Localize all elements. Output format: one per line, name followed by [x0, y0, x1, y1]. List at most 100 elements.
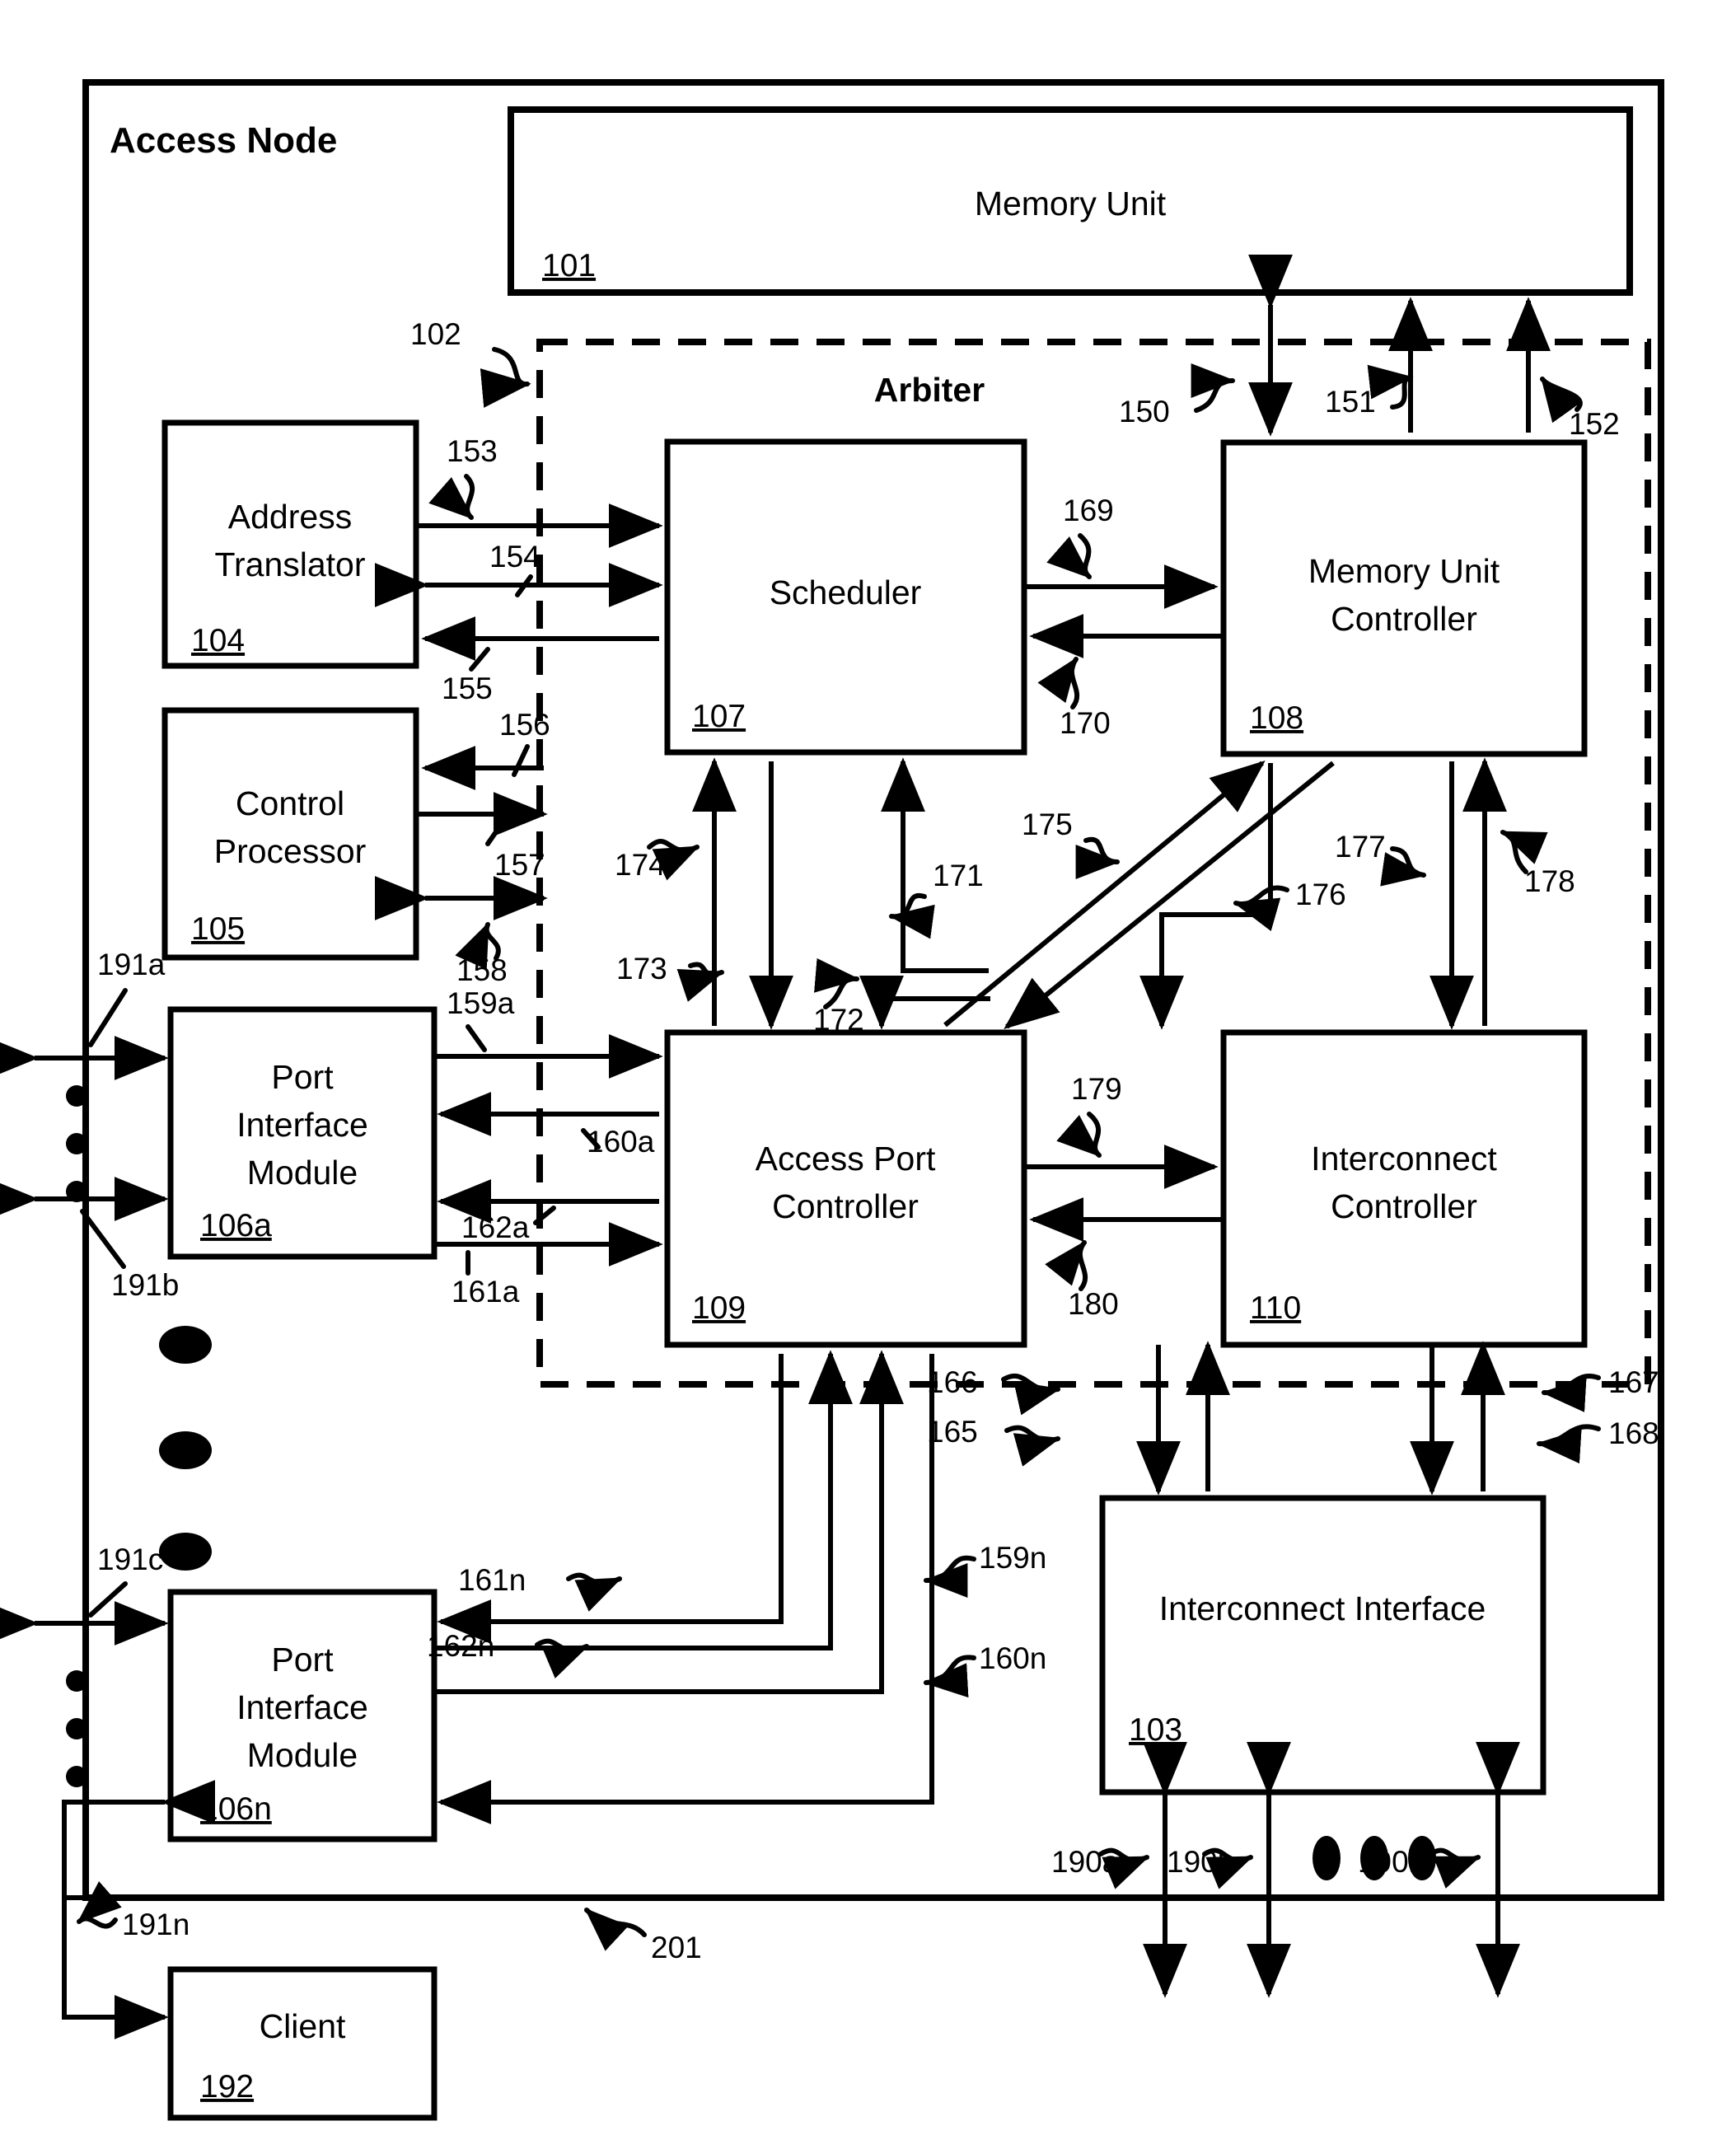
scheduler-label: Scheduler [770, 574, 922, 611]
leader-155 [469, 647, 490, 672]
port-interface-module-a-label-1: Port [271, 1058, 334, 1096]
leader-102 [480, 347, 531, 408]
signal-191c-label: 191c [97, 1543, 163, 1576]
client-label: Client [260, 2007, 346, 2045]
port-interface-module-a-ref: 106a [200, 1208, 272, 1243]
leader-169 [1046, 533, 1092, 579]
signal-157-label: 157 [494, 848, 545, 882]
signal-175-label: 175 [1022, 808, 1073, 841]
signal-155-label: 155 [442, 672, 493, 705]
signal-161n-label: 161n [458, 1563, 526, 1597]
ellipsis-dot [66, 1718, 87, 1739]
signal-177-label: 177 [1335, 830, 1386, 864]
interconnect-interface-ref: 103 [1129, 1712, 1182, 1748]
leader-151 [1367, 364, 1414, 410]
leader-159a [466, 1024, 487, 1052]
wire-176-diagonal [1004, 761, 1335, 1030]
patent-figure-canvas: Access Node Memory Unit 101 Arbiter 102 … [0, 0, 1736, 2135]
access-port-controller-label-2: Controller [772, 1187, 919, 1225]
signal-158-label: 158 [456, 953, 508, 987]
signal-190b-label: 190b [1167, 1845, 1234, 1879]
signal-191b-label: 191b [111, 1268, 179, 1302]
address-translator-label-2: Translator [214, 545, 365, 583]
memory-unit-controller-label-1: Memory Unit [1308, 552, 1500, 590]
signal-191n-label: 191n [122, 1908, 190, 1941]
leader-167 [1541, 1374, 1601, 1412]
leader-153 [428, 474, 475, 520]
ellipsis-dot-large [159, 1326, 212, 1364]
ellipsis-dot [66, 1133, 87, 1154]
leader-152 [1540, 377, 1583, 424]
signal-154-label: 154 [489, 540, 540, 574]
signal-150-label: 150 [1119, 395, 1170, 428]
port-interface-module-n-label-1: Port [271, 1641, 334, 1679]
access-port-controller-label-1: Access Port [756, 1140, 936, 1178]
signal-169-label: 169 [1063, 494, 1114, 527]
leader-180 [1045, 1240, 1088, 1291]
leader-168 [1536, 1424, 1601, 1464]
leader-177 [1380, 846, 1427, 887]
ellipsis-dot [66, 1670, 87, 1692]
signal-172-label: 172 [813, 1003, 864, 1037]
port-interface-module-n-label-3: Module [247, 1736, 358, 1774]
leader-157 [485, 820, 505, 846]
leader-178 [1500, 830, 1548, 874]
leader-176 [1233, 885, 1289, 931]
leader-191n [77, 1881, 122, 1929]
signal-162a-label: 162a [461, 1210, 530, 1244]
memory-unit-label: Memory Unit [975, 185, 1167, 222]
leader-201 [584, 1908, 647, 1951]
wire-175-diagonal [943, 760, 1266, 1028]
access-port-controller-ref: 109 [692, 1290, 746, 1326]
control-processor-ref: 105 [191, 911, 245, 947]
signal-156-label: 156 [499, 708, 550, 742]
ellipsis-dot-large [159, 1533, 212, 1571]
signal-160n-label: 160n [979, 1641, 1046, 1675]
client-ref: 192 [200, 2069, 254, 2105]
port-interface-module-n-ref: 106n [200, 1791, 272, 1827]
leader-171 [888, 892, 935, 939]
port-interface-module-a-label-2: Interface [236, 1106, 368, 1144]
memory-unit-controller-ref: 108 [1250, 700, 1303, 736]
leader-150 [1191, 363, 1236, 413]
signal-171-label: 171 [933, 859, 984, 892]
wire-159n [434, 1350, 904, 1694]
leader-191c [88, 1581, 128, 1618]
interconnect-interface-label: Interconnect Interface [1159, 1590, 1486, 1627]
address-translator-ref: 104 [191, 623, 245, 658]
signal-191a-label: 191a [97, 948, 166, 981]
memory-unit-ref: 101 [542, 248, 596, 283]
block-diagram: Access Node Memory Unit 101 Arbiter 102 … [0, 79, 1664, 2121]
leader-179 [1056, 1112, 1102, 1158]
signal-160a-label: 160a [587, 1125, 655, 1159]
wire-161n [434, 1350, 853, 1650]
port-interface-module-n-label-2: Interface [236, 1688, 368, 1726]
signal-179-label: 179 [1071, 1072, 1122, 1106]
scheduler-ref: 107 [692, 699, 746, 734]
leader-165 [1004, 1425, 1061, 1467]
ellipsis-dot-horizontal [1313, 1836, 1341, 1880]
signal-152-label: 152 [1569, 407, 1620, 441]
port-interface-module-a-label-3: Module [247, 1154, 358, 1192]
interconnect-controller-label-1: Interconnect [1311, 1140, 1497, 1178]
interconnect-interface-box [1099, 1495, 1546, 1796]
signal-201-label: 201 [651, 1931, 702, 1964]
leader-173 [676, 962, 725, 1002]
ellipsis-dot [66, 1766, 87, 1787]
signal-102-label: 102 [410, 317, 461, 351]
signal-166-label: 166 [927, 1365, 978, 1399]
control-processor-label-2: Processor [214, 832, 367, 870]
leader-191a [88, 988, 128, 1047]
signal-165-label: 165 [927, 1415, 978, 1449]
signal-168-label: 168 [1608, 1416, 1659, 1450]
ellipsis-dot [66, 1085, 87, 1107]
control-processor-label-1: Control [236, 784, 344, 822]
leader-161n [566, 1572, 623, 1612]
signal-170-label: 170 [1060, 706, 1111, 740]
signal-153-label: 153 [447, 434, 498, 468]
signal-159a-label: 159a [447, 986, 515, 1020]
memory-unit-controller-label-2: Controller [1331, 600, 1477, 638]
leader-170 [1037, 657, 1080, 709]
address-translator-label-1: Address [228, 498, 352, 536]
signal-180-label: 180 [1068, 1287, 1119, 1321]
